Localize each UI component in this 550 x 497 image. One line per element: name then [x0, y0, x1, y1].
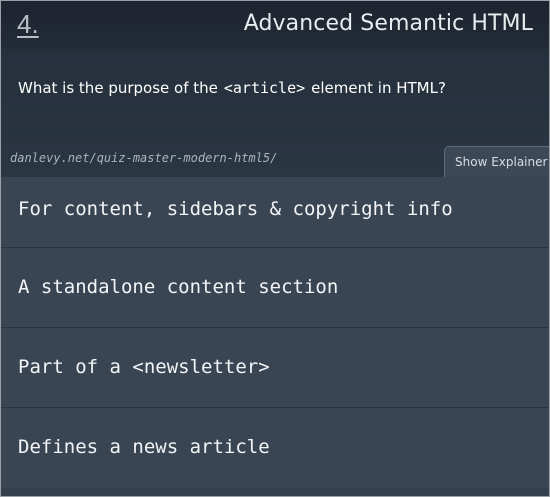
question-number: 4.	[17, 9, 39, 39]
answer-option-1[interactable]: For content, sidebars & copyright info	[1, 177, 549, 248]
question-code: <article>	[223, 79, 306, 97]
answer-list: For content, sidebars & copyright info A…	[1, 177, 549, 496]
show-explainer-button[interactable]: Show Explainer	[444, 146, 549, 177]
quiz-title: Advanced Semantic HTML	[243, 11, 533, 36]
quiz-frame: 4. Advanced Semantic HTML What is the pu…	[0, 0, 550, 497]
question-prefix: What is the purpose of the	[18, 79, 218, 97]
answer-option-4[interactable]: Defines a news article	[1, 408, 549, 488]
answer-option-3[interactable]: Part of a <newsletter>	[1, 328, 549, 408]
question-suffix: element in HTML?	[311, 79, 446, 97]
answer-option-2[interactable]: A standalone content section	[1, 248, 549, 328]
question-panel: What is the purpose of the <article> eleme…	[1, 49, 549, 177]
source-url: danlevy.net/quiz-master-modern-html5/	[10, 151, 278, 165]
quiz-header: 4. Advanced Semantic HTML	[1, 1, 549, 49]
question-text: What is the purpose of the <article> eleme…	[18, 79, 446, 97]
